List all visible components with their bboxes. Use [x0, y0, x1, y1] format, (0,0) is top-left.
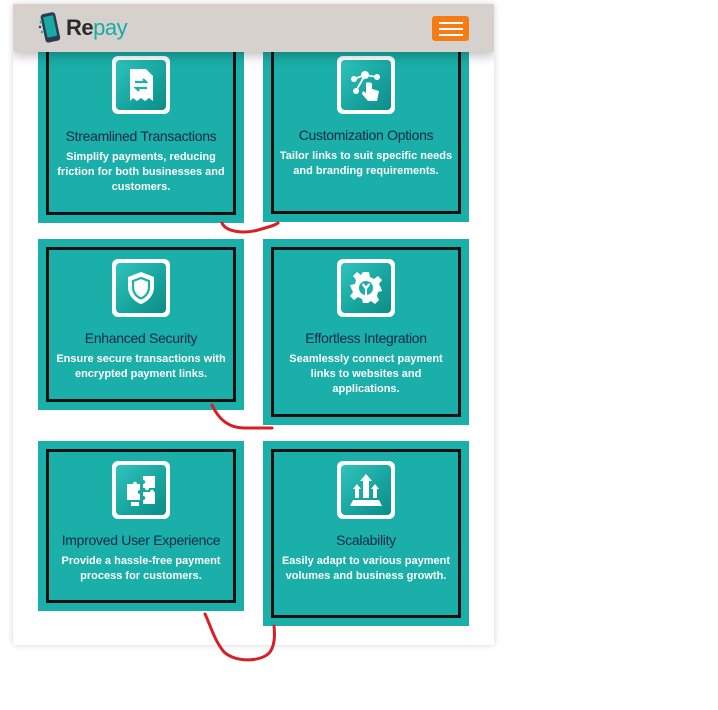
puzzle-icon [112, 461, 170, 519]
card-title: Improved User Experience [61, 532, 221, 548]
feature-card-effortless-integration: Effortless Integration Seamlessly connec… [263, 239, 469, 425]
feature-card-scalability: Scalability Easily adapt to various paym… [263, 441, 469, 626]
brand-name: Repay [66, 15, 128, 40]
receipt-transfer-icon [112, 56, 170, 114]
card-description: Easily adapt to various payment volumes … [281, 555, 451, 582]
top-navbar: Repay [13, 4, 494, 52]
brand-logo[interactable]: Repay [37, 12, 128, 44]
touch-network-icon [337, 56, 395, 114]
card-description: Seamlessly connect payment links to webs… [289, 353, 443, 395]
feature-card-customization-options: Customization Options Tailor links to su… [263, 34, 469, 222]
feature-card-streamlined-transactions: Streamlined Transactions Simplify paymen… [38, 34, 244, 223]
shield-icon [112, 259, 170, 317]
card-description: Simplify payments, reducing friction for… [57, 151, 225, 193]
card-title: Streamlined Transactions [65, 128, 217, 144]
card-title: Enhanced Security [84, 330, 198, 346]
gear-wrench-icon [337, 259, 395, 317]
card-title: Customization Options [298, 127, 434, 143]
card-description: Tailor links to suit specific needs and … [279, 150, 453, 177]
hamburger-menu-icon[interactable] [432, 16, 469, 41]
card-title: Effortless Integration [305, 330, 427, 346]
page-container: Streamlined Transactions Simplify paymen… [13, 4, 494, 645]
card-description: Ensure secure transactions with encrypte… [56, 353, 226, 380]
phone-logo-icon [38, 12, 61, 43]
growth-arrows-icon [337, 461, 395, 519]
feature-card-enhanced-security: Enhanced Security Ensure secure transact… [38, 239, 244, 410]
feature-card-improved-user-experience: Improved User Experience Provide a hassl… [38, 441, 244, 611]
card-title: Scalability [336, 532, 396, 548]
card-description: Provide a hassle-free payment process fo… [61, 555, 221, 582]
